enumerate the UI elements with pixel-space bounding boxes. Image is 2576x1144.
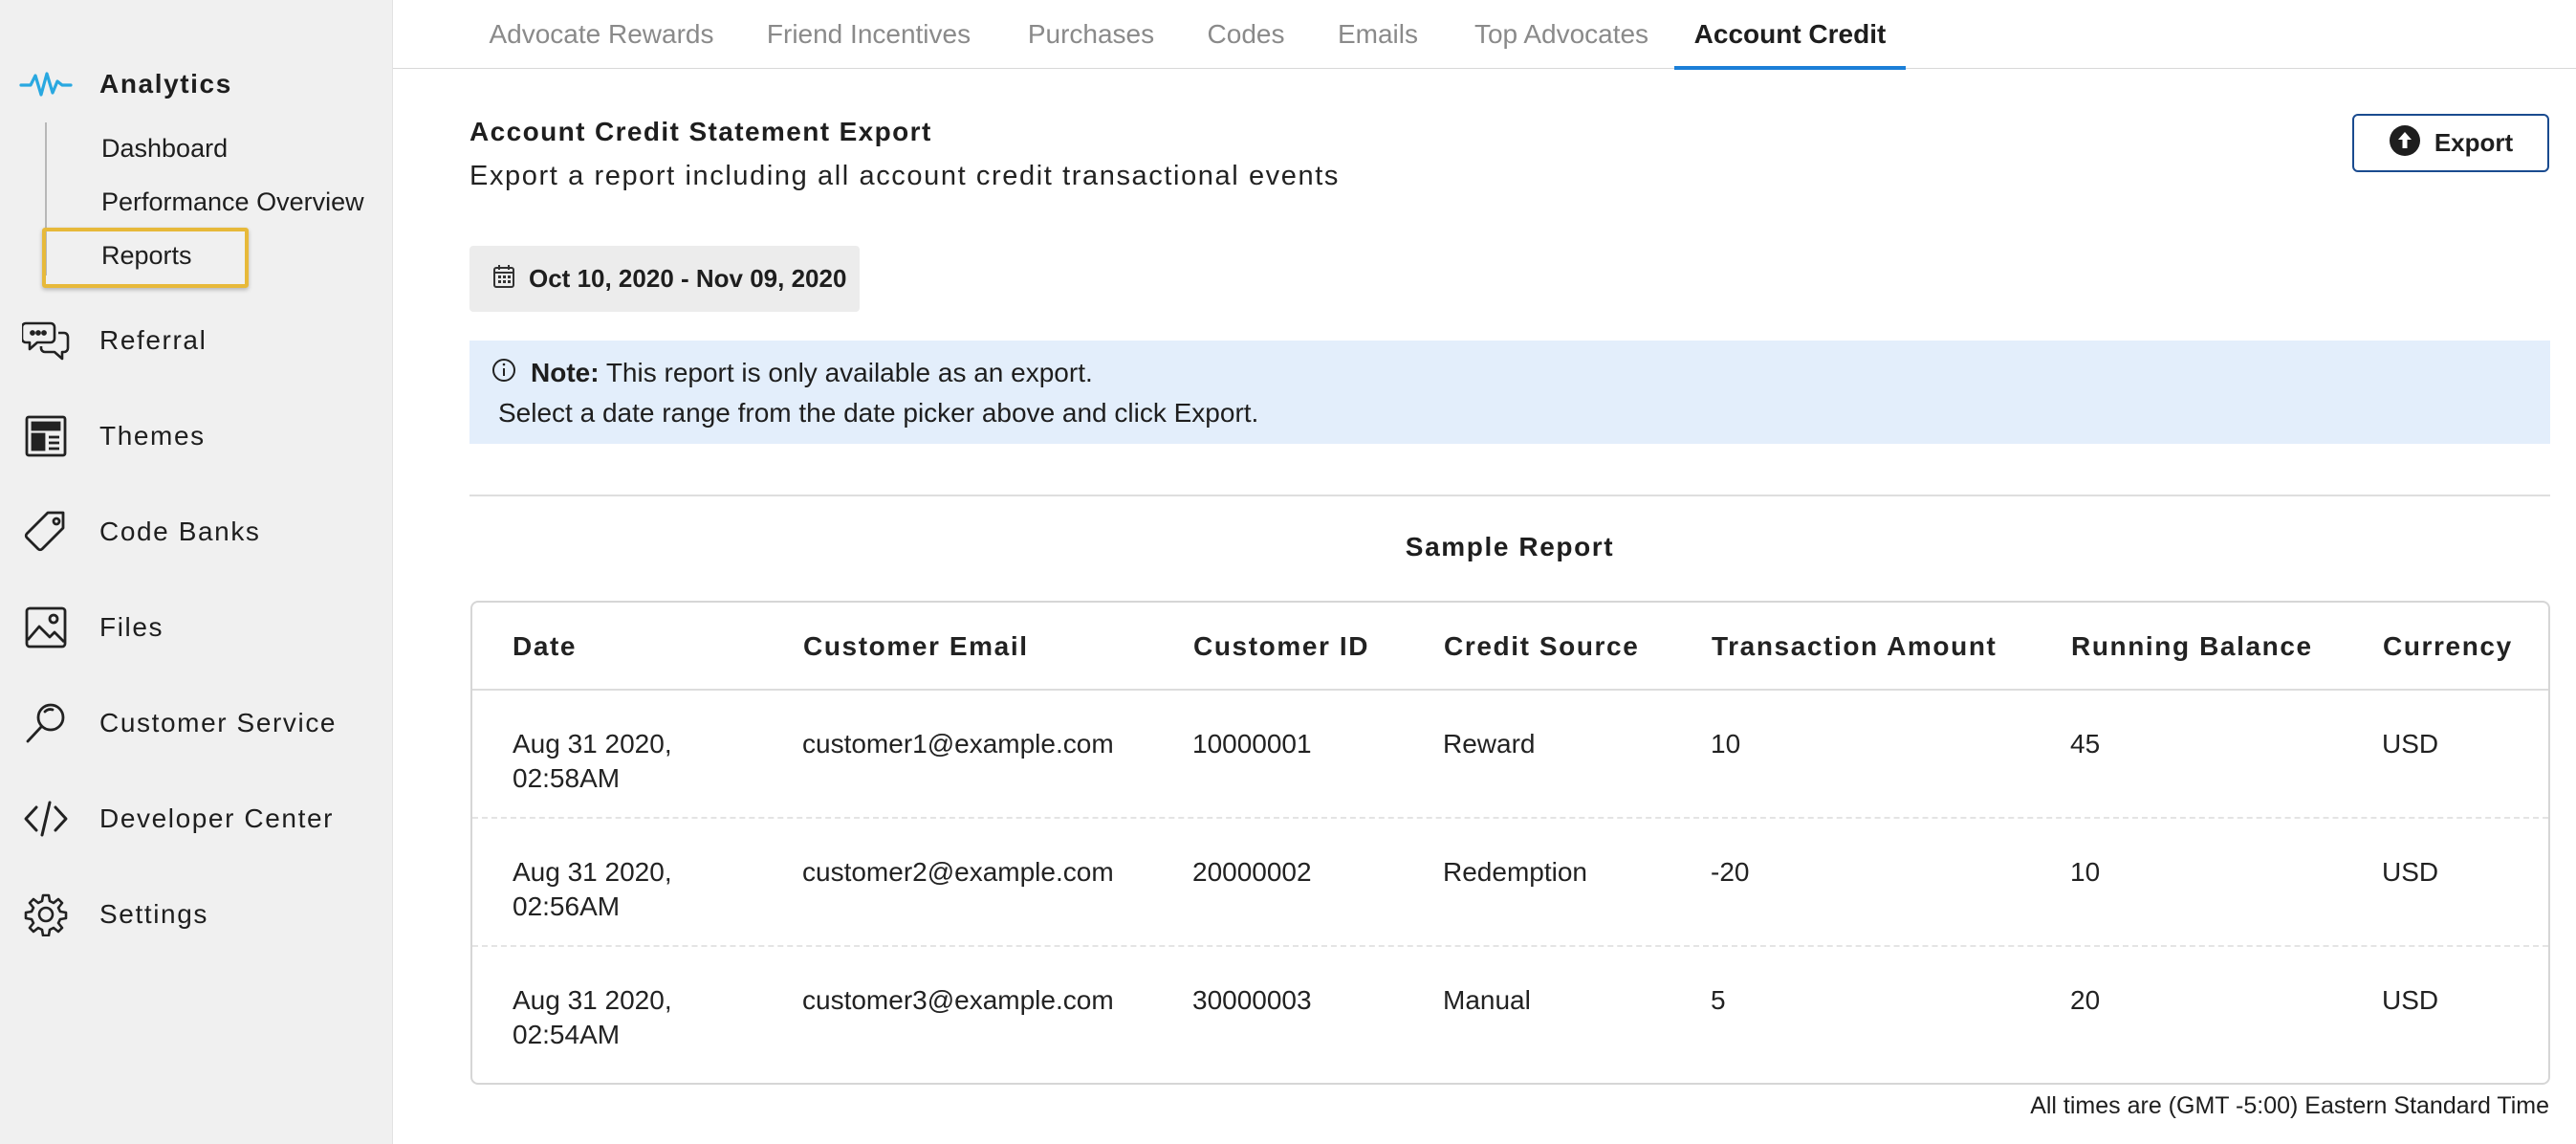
column-header-running-balance: Running Balance	[2071, 631, 2313, 661]
column-header-customer-id: Customer ID	[1193, 631, 1370, 661]
column-header-customer-email: Customer Email	[803, 631, 1029, 661]
note-text: This report is only available as an expo…	[605, 358, 1093, 387]
cell-credit-source: Reward	[1443, 729, 1536, 759]
tab-friend-incentives[interactable]: Friend Incentives	[761, 0, 976, 69]
section-divider	[469, 495, 2550, 496]
cell-date: Aug 31 2020, 02:56AM	[513, 857, 672, 921]
note-instruction: Select a date range from the date picker…	[498, 398, 1259, 428]
report-tabs: Advocate Rewards Friend Incentives Purch…	[393, 0, 2576, 70]
sidebar-subitem-dashboard[interactable]: Dashboard	[101, 134, 228, 164]
cell-currency: USD	[2382, 857, 2439, 887]
cell-running-balance: 45	[2070, 729, 2101, 759]
cell-currency: USD	[2382, 985, 2439, 1015]
tab-account-credit[interactable]: Account Credit	[1674, 0, 1906, 70]
sidebar-item-label: Developer Center	[99, 803, 335, 833]
calendar-icon	[492, 264, 515, 294]
tab-codes[interactable]: Codes	[1204, 0, 1288, 69]
column-header-credit-source: Credit Source	[1444, 631, 1640, 661]
table-row: Aug 31 2020, 02:58AM customer1@example.c…	[472, 691, 2548, 819]
info-note: Note: This report is only available as a…	[469, 341, 2550, 444]
sample-report-title: Sample Report	[1405, 532, 1615, 561]
analytics-icon	[19, 57, 73, 111]
table-header: Date Customer Email Customer ID Credit S…	[472, 603, 2548, 691]
image-icon	[19, 601, 73, 654]
cell-date: Aug 31 2020, 02:58AM	[513, 729, 672, 793]
column-header-currency: Currency	[2383, 631, 2513, 661]
sidebar-item-label: Referral	[99, 325, 207, 355]
sidebar-subitem-reports[interactable]: Reports	[101, 241, 192, 271]
date-range-picker[interactable]: Oct 10, 2020 - Nov 09, 2020	[469, 246, 860, 312]
cell-customer-email: customer1@example.com	[802, 729, 1114, 759]
note-label: Note:	[531, 358, 600, 387]
code-icon	[19, 792, 73, 846]
cell-customer-email: customer3@example.com	[802, 985, 1114, 1015]
tab-purchases[interactable]: Purchases	[1018, 0, 1164, 69]
export-button[interactable]: Export	[2352, 114, 2549, 172]
sidebar-item-label: Code Banks	[99, 517, 261, 546]
sidebar-item-label: Settings	[99, 899, 208, 929]
cell-customer-id: 30000003	[1192, 985, 1312, 1015]
cell-transaction-amount: 5	[1711, 985, 1726, 1015]
cell-customer-id: 10000001	[1192, 729, 1312, 759]
cell-date: Aug 31 2020, 02:54AM	[513, 985, 672, 1049]
magnifier-icon	[19, 696, 73, 750]
table-row: Aug 31 2020, 02:54AM customer3@example.c…	[472, 947, 2548, 1075]
cell-customer-email: customer2@example.com	[802, 857, 1114, 887]
info-icon	[491, 357, 517, 390]
cell-credit-source: Manual	[1443, 985, 1531, 1015]
export-button-label: Export	[2434, 128, 2514, 157]
column-header-transaction-amount: Transaction Amount	[1712, 631, 1997, 661]
sidebar-item-label: Themes	[99, 421, 206, 451]
sample-report-table: Date Customer Email Customer ID Credit S…	[470, 601, 2550, 1085]
cell-transaction-amount: 10	[1711, 729, 1741, 759]
gear-icon	[19, 888, 73, 941]
cell-currency: USD	[2382, 729, 2439, 759]
page-description: Export a report including all account cr…	[469, 161, 1340, 191]
date-range-value: Oct 10, 2020 - Nov 09, 2020	[529, 264, 847, 293]
cell-customer-id: 20000002	[1192, 857, 1312, 887]
tab-advocate-rewards[interactable]: Advocate Rewards	[485, 0, 718, 69]
tab-emails[interactable]: Emails	[1330, 0, 1426, 69]
layout-icon	[19, 409, 73, 463]
timezone-note: All times are (GMT -5:00) Eastern Standa…	[2030, 1092, 2549, 1119]
tab-top-advocates[interactable]: Top Advocates	[1466, 0, 1657, 69]
cell-credit-source: Redemption	[1443, 857, 1587, 887]
table-row: Aug 31 2020, 02:56AM customer2@example.c…	[472, 819, 2548, 947]
column-header-date: Date	[513, 631, 578, 661]
chat-bubbles-icon	[19, 314, 73, 367]
cell-running-balance: 20	[2070, 985, 2101, 1015]
cell-transaction-amount: -20	[1711, 857, 1750, 887]
sidebar: Analytics Dashboard Performance Overview…	[0, 0, 393, 1144]
tag-icon	[19, 505, 73, 559]
sidebar-item-label: Analytics	[99, 69, 232, 99]
page-title: Account Credit Statement Export	[469, 117, 932, 146]
sidebar-item-label: Customer Service	[99, 708, 338, 737]
sidebar-subitem-performance-overview[interactable]: Performance Overview	[101, 187, 364, 217]
sidebar-item-label: Files	[99, 612, 164, 642]
upload-arrow-icon	[2389, 124, 2421, 162]
cell-running-balance: 10	[2070, 857, 2101, 887]
